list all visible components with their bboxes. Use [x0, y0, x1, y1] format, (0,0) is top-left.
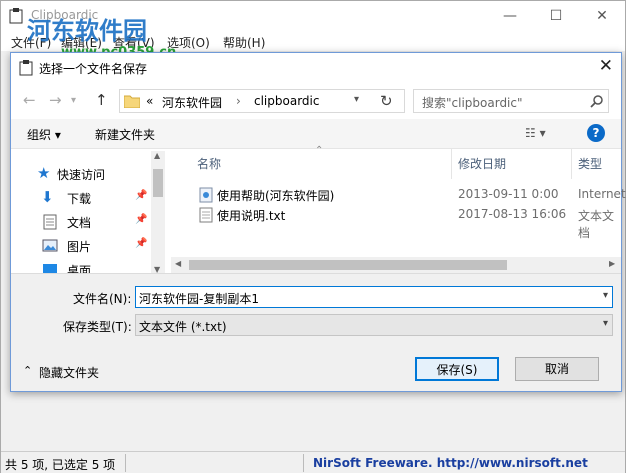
text-file-icon: [199, 207, 213, 223]
file-list-scrollbar[interactable]: ◀ ▶: [171, 257, 621, 273]
filetype-value: 文本文件 (*.txt): [139, 320, 227, 334]
file-row[interactable]: 使用帮助(河东软件园) 2013-09-11 0:00 Internet: [195, 185, 626, 205]
tree-item-label: 快速访问: [57, 168, 106, 182]
folder-icon: [124, 95, 140, 108]
scroll-right-icon[interactable]: ▶: [609, 259, 615, 268]
address-dropdown-icon[interactable]: ▾: [354, 94, 359, 105]
status-count: 共 5 项, 已选定 5 项: [5, 458, 116, 472]
maximize-button[interactable]: ☐: [533, 1, 579, 31]
pin-icon[interactable]: 📌: [135, 238, 147, 249]
dialog-close-icon[interactable]: ✕: [599, 56, 613, 76]
address-bar[interactable]: « 河东软件园 › clipboardic ▾ ↻: [119, 89, 405, 113]
tree-item-documents[interactable]: 文档 📌: [41, 211, 161, 233]
tree-item-pictures[interactable]: 图片 📌: [41, 235, 161, 257]
refresh-icon[interactable]: ↻: [380, 92, 393, 110]
close-button[interactable]: ✕: [579, 1, 625, 31]
help-file-icon: [199, 187, 213, 203]
status-divider: [303, 454, 304, 472]
tree-item-downloads[interactable]: ⬇ 下载 📌: [41, 187, 161, 209]
status-divider: [125, 454, 126, 472]
back-arrow-icon[interactable]: ←: [23, 91, 36, 109]
tree-item-quick-access[interactable]: ★ 快速访问: [37, 163, 157, 185]
tree-item-label: 文档: [67, 216, 92, 230]
pin-icon[interactable]: 📌: [135, 214, 147, 225]
pin-icon[interactable]: 📌: [135, 190, 147, 201]
save-dialog: 选择一个文件名保存 ✕ ← → ▾ ↑ « 河东软件园 › clipboardi…: [10, 52, 626, 392]
help-icon[interactable]: ?: [587, 124, 605, 142]
menu-help[interactable]: 帮助(H): [223, 34, 265, 51]
up-arrow-icon[interactable]: ↑: [95, 91, 108, 109]
download-icon: ⬇: [41, 188, 54, 206]
search-placeholder: 搜索"clipboardic": [422, 96, 523, 110]
file-date: 2017-08-13 16:06: [458, 207, 567, 221]
desktop-icon: [43, 264, 57, 273]
clipboard-app-icon: [9, 8, 23, 24]
file-type: Internet: [578, 187, 626, 201]
save-button[interactable]: 保存(S): [415, 357, 499, 381]
filename-dropdown-icon[interactable]: ▾: [603, 290, 608, 301]
forward-arrow-icon[interactable]: →: [49, 91, 62, 109]
view-options-icon[interactable]: ☷ ▾: [525, 126, 546, 140]
dialog-title-bar: 选择一个文件名保存 ✕: [11, 53, 621, 83]
file-name: 使用帮助(河东软件园): [217, 189, 335, 203]
column-header-date[interactable]: 修改日期: [458, 155, 506, 172]
scroll-up-icon[interactable]: ▲: [154, 151, 160, 160]
file-row[interactable]: 使用说明.txt 2017-08-13 16:06 文本文档: [195, 205, 625, 240]
status-link[interactable]: NirSoft Freeware. http://www.nirsoft.net: [313, 456, 588, 470]
new-folder-button[interactable]: 新建文件夹: [95, 126, 155, 143]
column-divider[interactable]: [571, 149, 572, 179]
breadcrumb-item[interactable]: clipboardic: [254, 94, 319, 108]
filetype-dropdown-icon[interactable]: ▾: [603, 318, 608, 329]
picture-icon: [42, 239, 58, 252]
save-options: 文件名(N): 河东软件园-复制副本1 ▾ 保存类型(T): 文本文件 (*.t…: [11, 273, 621, 391]
cancel-button[interactable]: 取消: [515, 357, 599, 381]
recent-dropdown-icon[interactable]: ▾: [71, 95, 76, 106]
organize-button[interactable]: 组织 ▾: [27, 126, 61, 143]
dialog-title: 选择一个文件名保存: [39, 62, 148, 76]
sort-ascending-icon: ⌃: [315, 145, 324, 156]
minimize-button[interactable]: —: [487, 1, 533, 31]
tree-item-desktop[interactable]: 桌面: [41, 259, 161, 273]
filetype-label: 保存类型(T):: [63, 320, 132, 334]
filename-value: 河东软件园-复制副本1: [139, 292, 259, 306]
column-divider[interactable]: [451, 149, 452, 179]
tree-item-label: 图片: [67, 240, 92, 254]
file-type: 文本文档: [578, 209, 615, 240]
collapse-icon[interactable]: ⌃: [23, 364, 32, 377]
file-date: 2013-09-11 0:00: [458, 187, 559, 201]
breadcrumb-separator: ›: [236, 94, 241, 108]
breadcrumb-overflow[interactable]: «: [146, 94, 153, 108]
navigation-bar: ← → ▾ ↑ « 河东软件园 › clipboardic ▾ ↻ 搜索"cli…: [11, 83, 621, 119]
tree-scrollbar[interactable]: ▲ ▼: [151, 151, 165, 275]
search-icon[interactable]: [590, 95, 603, 108]
document-icon: [43, 214, 57, 230]
scroll-thumb[interactable]: [189, 260, 507, 270]
status-bar: 共 5 项, 已选定 5 项 NirSoft Freeware. http://…: [1, 451, 625, 473]
watermark-text: 河东软件园: [27, 17, 147, 45]
scroll-left-icon[interactable]: ◀: [175, 259, 181, 268]
clipboard-app-icon: [19, 60, 33, 76]
filetype-select[interactable]: 文本文件 (*.txt) ▾: [135, 314, 613, 336]
search-input[interactable]: 搜索"clipboardic": [413, 89, 609, 113]
tree-item-label: 下载: [67, 192, 92, 206]
star-icon: ★: [37, 164, 51, 182]
breadcrumb-item[interactable]: 河东软件园: [162, 94, 222, 111]
filename-label: 文件名(N):: [73, 292, 132, 306]
filename-input[interactable]: 河东软件园-复制副本1 ▾: [135, 286, 613, 308]
navigation-pane: ★ 快速访问 ⬇ 下载 📌 文档 📌 图片 📌 桌面: [11, 149, 165, 273]
file-name: 使用说明.txt: [217, 209, 286, 223]
tree-item-label: 桌面: [67, 264, 92, 273]
column-header-type[interactable]: 类型: [578, 155, 602, 172]
hide-folders-toggle[interactable]: 隐藏文件夹: [39, 364, 99, 381]
file-list: ⌃ 名称 修改日期 类型 使用帮助(河东软件园) 2013-09-11 0:00…: [171, 145, 626, 273]
scroll-thumb[interactable]: [153, 169, 163, 197]
column-header-name[interactable]: 名称: [197, 155, 221, 172]
